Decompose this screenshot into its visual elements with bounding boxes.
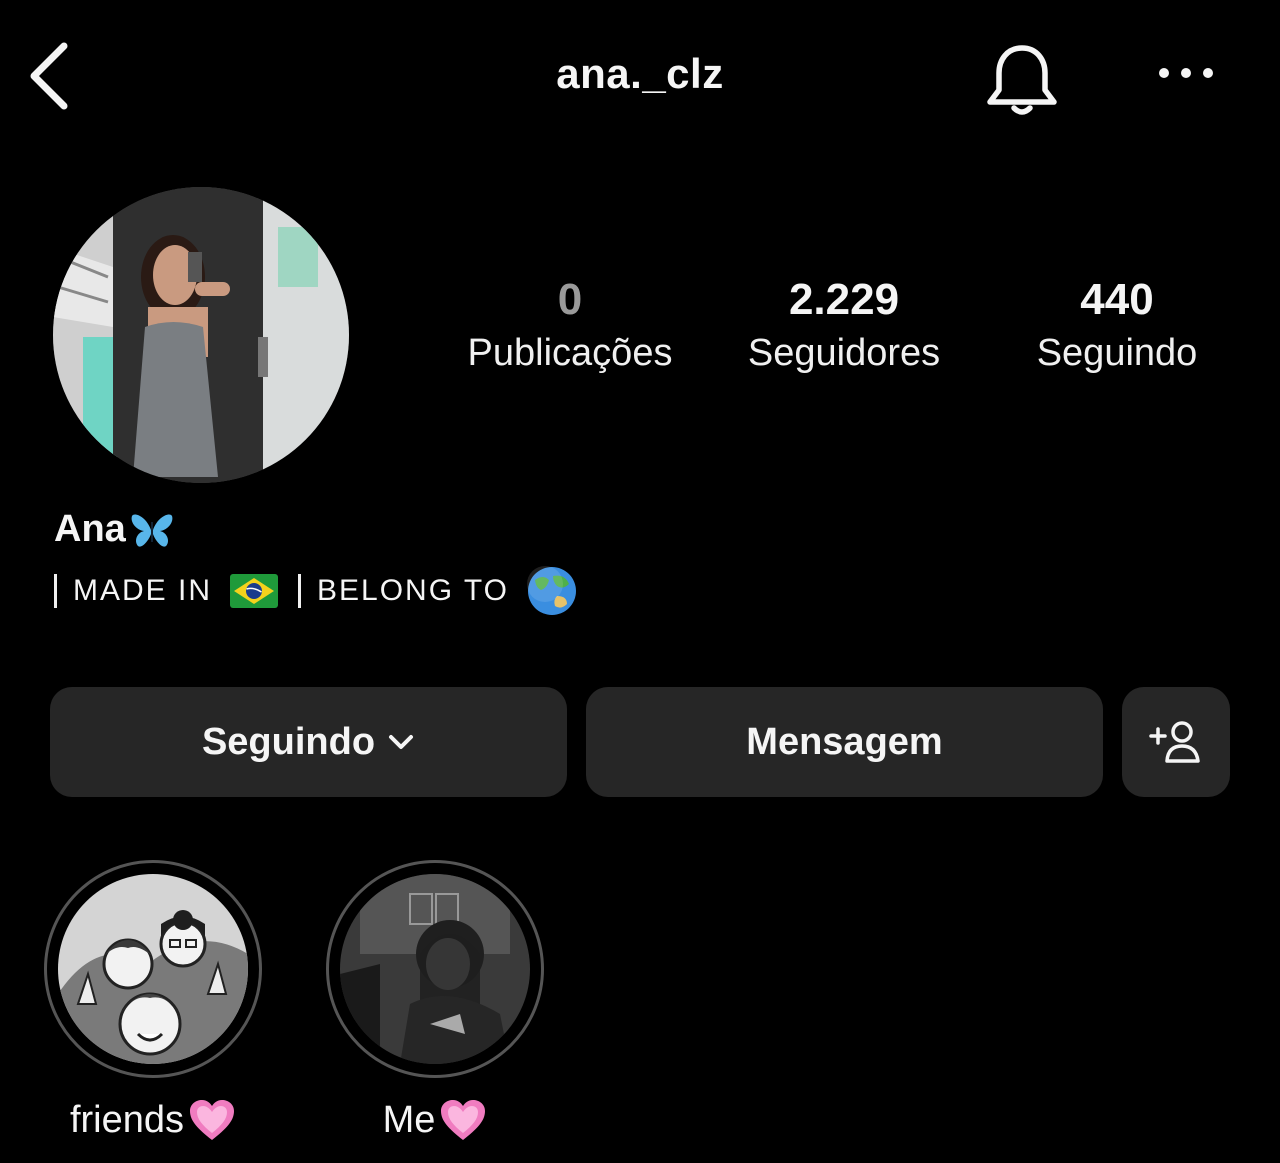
posts-count: 0 — [557, 275, 583, 324]
stat-posts[interactable]: 0 Publicações — [430, 272, 710, 378]
highlight-label: friends — [44, 1098, 262, 1142]
highlight-friends[interactable]: friends — [44, 860, 262, 1142]
highlight-ring — [44, 860, 262, 1078]
highlight-cover — [58, 874, 248, 1064]
pink-heart-emoji — [190, 1100, 235, 1140]
display-name-text: Ana — [54, 508, 126, 550]
stat-followers[interactable]: 2.229 Seguidores — [704, 272, 984, 378]
profile-header: ana._clz — [0, 0, 1280, 150]
highlight-me[interactable]: Me — [326, 860, 544, 1142]
display-name: Ana — [54, 508, 174, 551]
following-button[interactable]: Seguindo — [50, 687, 567, 797]
chevron-down-icon — [389, 735, 414, 749]
globe-emoji — [526, 566, 576, 615]
highlight-label-text: friends — [69, 1098, 185, 1141]
blue-butterfly-emoji — [131, 514, 173, 547]
following-label: Seguindo — [1036, 332, 1198, 374]
followers-label: Seguidores — [747, 332, 941, 374]
following-count: 440 — [1080, 275, 1154, 324]
profile-bio: MADE IN BELONG TO — [54, 566, 577, 616]
more-horizontal-icon — [1159, 68, 1213, 78]
more-options-button[interactable] — [1150, 55, 1222, 91]
notifications-button[interactable] — [982, 40, 1062, 120]
following-button-label: Seguindo — [201, 720, 376, 763]
bio-made-in: MADE IN — [73, 574, 213, 607]
bio-belong-to: BELONG TO — [317, 574, 509, 607]
profile-username: ana._clz — [556, 50, 724, 97]
bio-divider — [54, 574, 57, 608]
pink-heart-emoji — [441, 1100, 486, 1140]
message-button[interactable]: Mensagem — [586, 687, 1103, 797]
bell-icon — [987, 45, 1057, 115]
bio-divider — [298, 574, 302, 608]
brazil-flag-emoji — [230, 574, 279, 608]
followers-count: 2.229 — [788, 275, 900, 324]
highlight-cover — [340, 874, 530, 1064]
suggested-people-button[interactable] — [1122, 687, 1230, 797]
posts-label: Publicações — [467, 332, 673, 374]
highlight-ring — [326, 860, 544, 1078]
profile-avatar[interactable] — [53, 187, 349, 483]
message-button-label: Mensagem — [746, 720, 943, 763]
add-person-icon — [1149, 721, 1200, 763]
stat-following[interactable]: 440 Seguindo — [977, 272, 1257, 378]
highlight-label-text: Me — [382, 1098, 436, 1141]
highlight-label: Me — [326, 1098, 544, 1142]
